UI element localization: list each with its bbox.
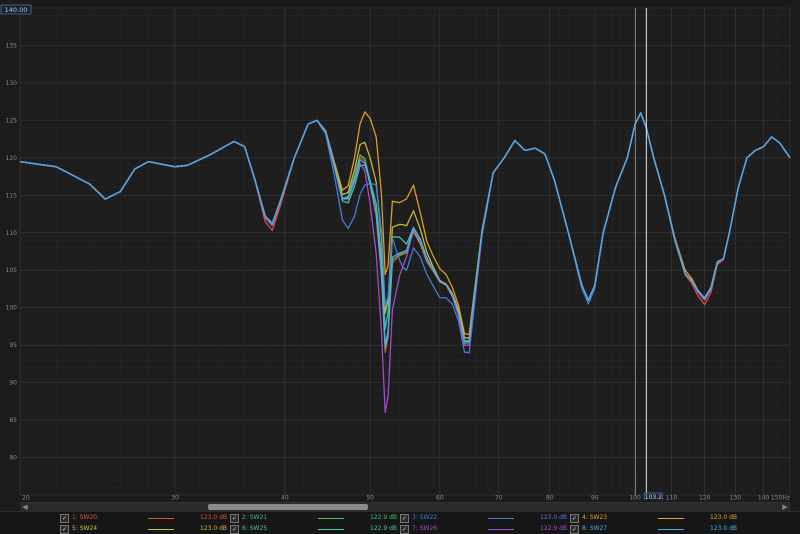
legend-swatch <box>318 518 344 519</box>
legend-checkbox[interactable]: ✓ <box>230 514 239 523</box>
y-tick-label: 105 <box>6 267 18 274</box>
scroll-left-icon[interactable]: ◀ <box>20 503 30 511</box>
legend-label: 1: SW20 <box>72 514 98 521</box>
x-tick-label: 100 <box>629 495 641 501</box>
x-tick-label: 90 <box>591 495 599 501</box>
legend-item[interactable]: ✓ 2: SW21 122.9 dB <box>230 513 400 523</box>
y-top-readout-text: 140.00 <box>5 6 28 14</box>
series-legend: ✓ 1: SW20 123.0 dB ✓ 2: SW21 122.9 dB ✓ 3: SW22… <box>0 511 800 534</box>
x-tick-label: 140 <box>758 495 770 501</box>
legend-checkbox[interactable]: ✓ <box>60 514 69 523</box>
x-tick-label: 150Hz <box>771 495 790 501</box>
legend-swatch <box>658 529 684 530</box>
y-tick-label: 130 <box>6 80 18 87</box>
legend-label: 3: SW22 <box>412 514 438 521</box>
legend-value: 122.9 dB <box>370 514 398 521</box>
y-top-readout: 140.00 <box>0 4 32 15</box>
legend-swatch <box>148 518 174 519</box>
x-tick-label: 60 <box>436 495 444 501</box>
y-tick-label: 115 <box>6 192 18 199</box>
frequency-response-chart[interactable]: 80 85 90 95 100 105 110 115 120 125 130 135 20 30 40 5… <box>0 0 800 500</box>
y-tick-label: 135 <box>6 42 18 49</box>
horizontal-scrollbar[interactable]: ◀ ▶ <box>20 502 790 511</box>
legend-swatch <box>488 518 514 519</box>
cursor-readout-text: 103.2 <box>645 494 662 500</box>
legend-item[interactable]: ✓ 1: SW20 123.0 dB <box>60 513 230 523</box>
legend-checkbox[interactable]: ✓ <box>400 514 409 523</box>
legend-value: 123.0 dB <box>200 514 228 521</box>
x-tick-label: 50 <box>366 495 374 501</box>
y-axis-ticks: 80 85 90 95 100 105 110 115 120 125 130 135 <box>6 42 18 461</box>
legend-label: 2: SW21 <box>242 514 268 521</box>
x-tick-label: 20 <box>22 495 30 501</box>
x-tick-label: 130 <box>730 495 742 501</box>
x-tick-label: 30 <box>171 495 179 501</box>
legend-label: 4: SW23 <box>582 514 608 521</box>
y-tick-label: 90 <box>9 380 17 387</box>
legend-swatch <box>488 529 514 530</box>
legend-swatch <box>318 529 344 530</box>
x-tick-label: 70 <box>495 495 503 501</box>
legend-item[interactable]: ✓ 3: SW22 123.0 dB <box>400 513 570 523</box>
legend-item[interactable]: ✓ 4: SW23 123.0 dB <box>570 513 740 523</box>
legend-checkbox[interactable]: ✓ <box>570 514 579 523</box>
scroll-right-icon[interactable]: ▶ <box>780 503 790 511</box>
scroll-thumb[interactable] <box>208 504 368 510</box>
legend-value: 123.0 dB <box>540 514 568 521</box>
x-tick-label: 120 <box>699 495 711 501</box>
x-tick-label: 80 <box>546 495 554 501</box>
x-tick-label: 40 <box>281 495 289 501</box>
legend-value: 123.0 dB <box>710 514 738 521</box>
y-tick-label: 120 <box>6 155 18 162</box>
y-tick-label: 85 <box>9 417 17 424</box>
x-axis-ticks: 20 30 40 50 60 70 80 90 100 110 120 130 140 150Hz <box>22 495 790 501</box>
y-tick-label: 100 <box>6 305 18 312</box>
y-tick-label: 125 <box>6 117 18 124</box>
x-tick-label: 110 <box>666 495 678 501</box>
y-tick-label: 95 <box>9 342 17 349</box>
y-tick-label: 110 <box>6 230 18 237</box>
legend-swatch <box>148 529 174 530</box>
y-tick-label: 80 <box>9 455 17 462</box>
legend-swatch <box>658 518 684 519</box>
